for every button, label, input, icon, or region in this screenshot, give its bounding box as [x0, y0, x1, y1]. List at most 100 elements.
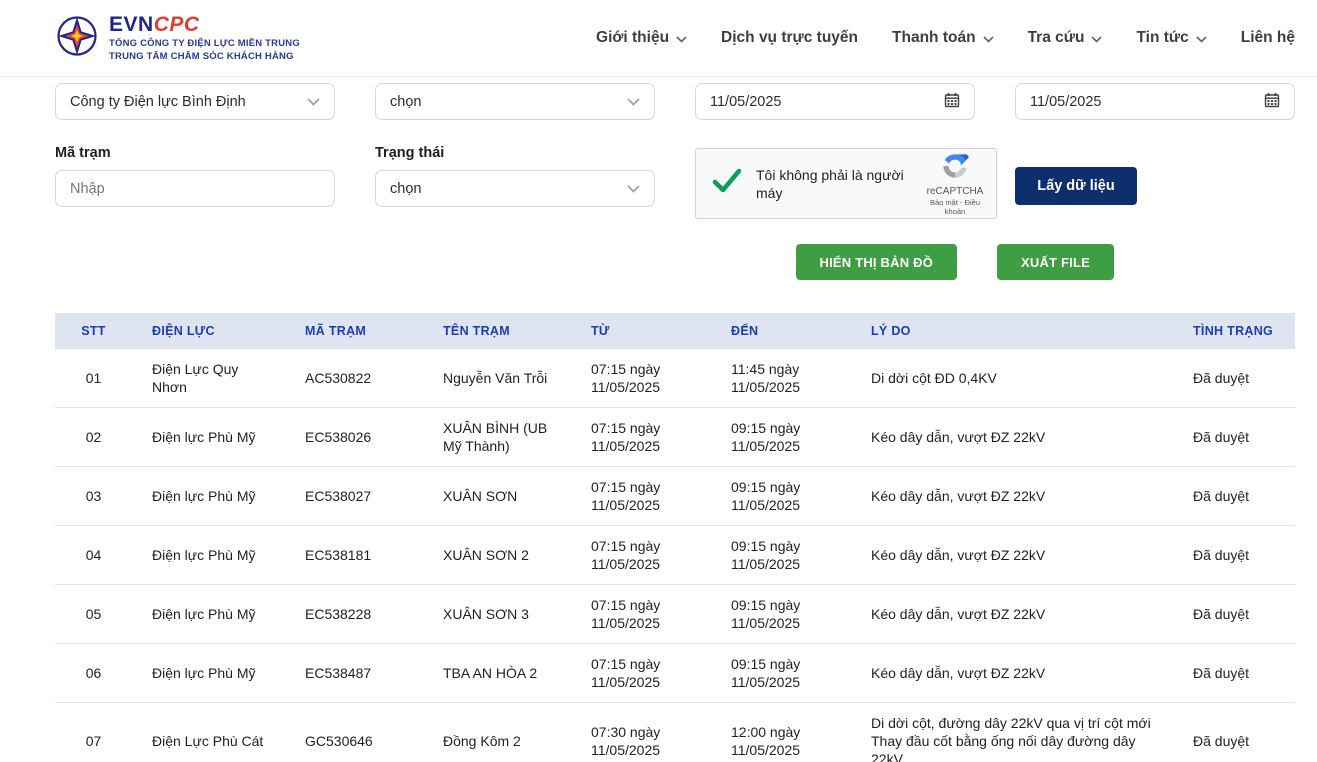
brand-name: EVNCPC: [109, 13, 300, 37]
nav-label: Liên hệ: [1241, 29, 1295, 47]
table-cell: 07:15 ngày 11/05/2025: [571, 349, 711, 408]
table-cell: 09:15 ngày 11/05/2025: [711, 644, 851, 703]
table-cell: 03: [55, 467, 132, 526]
table-cell: 07:15 ngày 11/05/2025: [571, 408, 711, 467]
table-cell: 09:15 ngày 11/05/2025: [711, 526, 851, 585]
status-select-value: chọn: [390, 181, 627, 197]
recaptcha-links[interactable]: Bảo mật - Điều khoản: [924, 198, 986, 216]
recaptcha-widget[interactable]: Tôi không phải là người máy reCAPTCHA Bả…: [695, 148, 997, 219]
checkmark-icon: [712, 168, 742, 199]
chevron-down-icon: [307, 94, 320, 110]
column-header: ĐẾN: [711, 313, 851, 349]
table-cell: 01: [55, 349, 132, 408]
table-cell: 09:15 ngày 11/05/2025: [711, 408, 851, 467]
table-cell: Đã duyệt: [1173, 408, 1295, 467]
table-cell: Điện lực Phù Mỹ: [132, 467, 285, 526]
table-cell: Kéo dây dẫn, vượt ĐZ 22kV: [851, 644, 1173, 703]
table-row: 03Điện lực Phù MỹEC538027XUÂN SƠN07:15 n…: [55, 467, 1295, 526]
date-from-value: 11/05/2025: [710, 94, 944, 110]
nav-item-thanh-toan[interactable]: Thanh toán: [892, 29, 994, 47]
outage-table: STTĐIỆN LỰCMÃ TRẠMTÊN TRẠMTỪĐẾNLÝ DOTÌNH…: [55, 313, 1295, 762]
brand-subtitle-2: TRUNG TÂM CHĂM SÓC KHÁCH HÀNG: [109, 50, 300, 63]
table-cell: XUÂN SƠN 3: [423, 585, 571, 644]
nav-label: Thanh toán: [892, 29, 976, 47]
fetch-data-button[interactable]: Lấy dữ liệu: [1015, 167, 1137, 205]
brand-subtitle-1: TỔNG CÔNG TY ĐIỆN LỰC MIỀN TRUNG: [109, 37, 300, 50]
nav-item-gioi-thieu[interactable]: Giới thiệu: [596, 29, 687, 47]
calendar-icon[interactable]: [1264, 92, 1280, 112]
company-select[interactable]: Công ty Điện lực Bình Định: [55, 83, 335, 120]
column-header: MÃ TRẠM: [285, 313, 423, 349]
status-select[interactable]: chọn: [375, 170, 655, 207]
header: EVNCPC TỔNG CÔNG TY ĐIỆN LỰC MIỀN TRUNG …: [0, 0, 1317, 77]
station-code-input[interactable]: Nhập: [55, 170, 335, 207]
table-cell: Điện lực Phù Mỹ: [132, 408, 285, 467]
table-cell: Đồng Kôm 2: [423, 703, 571, 762]
station-code-placeholder: Nhập: [70, 181, 320, 197]
table-cell: 04: [55, 526, 132, 585]
column-header: ĐIỆN LỰC: [132, 313, 285, 349]
table-cell: 05: [55, 585, 132, 644]
table-cell: GC530646: [285, 703, 423, 762]
chevron-down-icon: [676, 36, 687, 43]
table-cell: 11:45 ngày 11/05/2025: [711, 349, 851, 408]
nav-label: Giới thiệu: [596, 29, 669, 47]
recaptcha-label: Tôi không phải là người máy: [756, 166, 906, 202]
table-cell: 07:15 ngày 11/05/2025: [571, 467, 711, 526]
nav-item-lien-he[interactable]: Liên hệ: [1241, 29, 1295, 47]
table-cell: Nguyễn Văn Trỗi: [423, 349, 571, 408]
table-row: 02Điện lực Phù MỹEC538026XUÂN BÌNH (UB M…: [55, 408, 1295, 467]
table-cell: 09:15 ngày 11/05/2025: [711, 585, 851, 644]
recaptcha-logo-icon: [941, 167, 969, 184]
date-to-value: 11/05/2025: [1030, 94, 1264, 110]
brand-logo[interactable]: EVNCPC TỔNG CÔNG TY ĐIỆN LỰC MIỀN TRUNG …: [57, 13, 300, 63]
table-cell: XUÂN SƠN: [423, 467, 571, 526]
table-row: 07Điện Lực Phù CátGC530646Đồng Kôm 207:3…: [55, 703, 1295, 762]
table-cell: Đã duyệt: [1173, 467, 1295, 526]
table-cell: EC538228: [285, 585, 423, 644]
column-header: STT: [55, 313, 132, 349]
table-cell: EC538487: [285, 644, 423, 703]
table-cell: TBA AN HÒA 2: [423, 644, 571, 703]
nav-item-dich-vu-truc-tuyen[interactable]: Dịch vụ trực tuyến: [721, 29, 858, 47]
status-label: Trạng thái: [375, 145, 655, 161]
unit-select[interactable]: chọn: [375, 83, 655, 120]
show-map-button[interactable]: HIỂN THỊ BẢN ĐỒ: [796, 244, 958, 280]
column-header: TÊN TRẠM: [423, 313, 571, 349]
table-cell: EC538026: [285, 408, 423, 467]
table-cell: XUÂN BÌNH (UB Mỹ Thành): [423, 408, 571, 467]
column-header: LÝ DO: [851, 313, 1173, 349]
date-from-input[interactable]: 11/05/2025: [695, 83, 975, 120]
nav-label: Tin tức: [1136, 29, 1188, 47]
chevron-down-icon: [1091, 36, 1102, 43]
table-cell: Di dời cột, đường dây 22kV qua vị trí cộ…: [851, 703, 1173, 762]
export-file-button[interactable]: XUẤT FILE: [997, 244, 1114, 280]
date-to-input[interactable]: 11/05/2025: [1015, 83, 1295, 120]
station-code-label: Mã trạm: [55, 145, 335, 161]
table-cell: 07: [55, 703, 132, 762]
nav-item-tin-tuc[interactable]: Tin tức: [1136, 29, 1206, 47]
chevron-down-icon: [983, 36, 994, 43]
chevron-down-icon: [627, 181, 640, 197]
table-cell: 06: [55, 644, 132, 703]
nav-item-tra-cuu[interactable]: Tra cứu: [1028, 29, 1103, 47]
table-cell: Điện Lực Phù Cát: [132, 703, 285, 762]
table-cell: Kéo dây dẫn, vượt ĐZ 22kV: [851, 408, 1173, 467]
column-header: TÌNH TRẠNG: [1173, 313, 1295, 349]
table-row: 04Điện lực Phù MỹEC538181XUÂN SƠN 207:15…: [55, 526, 1295, 585]
nav-label: Dịch vụ trực tuyến: [721, 29, 858, 47]
table-cell: EC538027: [285, 467, 423, 526]
table-cell: 07:15 ngày 11/05/2025: [571, 585, 711, 644]
table-row: 01Điện Lực Quy NhơnAC530822Nguyễn Văn Tr…: [55, 349, 1295, 408]
table-cell: Điện lực Phù Mỹ: [132, 526, 285, 585]
nav-label: Tra cứu: [1028, 29, 1085, 47]
recaptcha-brand: reCAPTCHA: [924, 186, 986, 197]
calendar-icon[interactable]: [944, 92, 960, 112]
table-cell: 07:30 ngày 11/05/2025: [571, 703, 711, 762]
table-cell: Điện lực Phù Mỹ: [132, 644, 285, 703]
evncpc-star-icon: [57, 16, 97, 61]
table-cell: Di dời cột ĐD 0,4KV: [851, 349, 1173, 408]
brand-text: EVNCPC TỔNG CÔNG TY ĐIỆN LỰC MIỀN TRUNG …: [109, 13, 300, 63]
table-cell: EC538181: [285, 526, 423, 585]
chevron-down-icon: [627, 94, 640, 110]
